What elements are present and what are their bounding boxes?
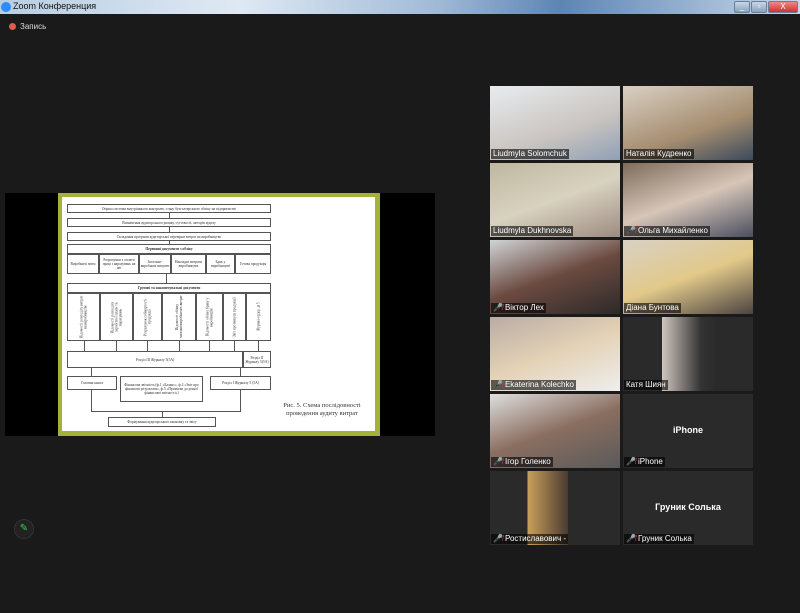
participant-tile[interactable]: Liudmyla Dukhnovska: [490, 163, 620, 237]
participant-name: Ekaterina Kolechko: [504, 380, 574, 389]
participant-name-tag: Liudmyla Dukhnovska: [491, 226, 574, 236]
participant-tile[interactable]: 🎤̸ Ольга Михайленко: [623, 163, 753, 237]
primary-col: Виробничі звіти: [67, 254, 99, 274]
participant-name-tag: 🎤̸ Ekaterina Kolechko: [491, 380, 576, 390]
group-col: Відомості розподілу витрат на виробництв…: [67, 293, 100, 341]
muted-mic-icon: 🎤̸: [493, 457, 503, 466]
participant-name: Liudmyla Solomchuk: [493, 149, 567, 158]
muted-mic-icon: 🎤̸: [626, 226, 636, 235]
title-bar: Zoom Конференция _ ▫ X: [0, 0, 800, 14]
group-docs-header: Групові та накопичувальні документи: [67, 283, 271, 293]
participant-tile[interactable]: Liudmyla Solomchuk: [490, 86, 620, 160]
participant-name-tag: 🎤̸ Ігор Голенко: [491, 457, 553, 467]
participant-name-tag: Наталія Кудренко: [624, 149, 694, 159]
primary-col: Розрахунки з оплати праці і нарахувань н…: [99, 254, 139, 274]
participant-name: Катя Шиян: [626, 380, 666, 389]
participant-name: Груник Солька: [637, 534, 692, 543]
group-col: Відомості обліку браку у виробництві: [196, 293, 223, 341]
participant-name: Діана Бунтова: [626, 303, 679, 312]
primary-col: Готова продукція: [235, 254, 271, 274]
primary-col: Загально-виробничі витрати: [139, 254, 171, 274]
participant-name: Віктор Лех: [504, 303, 544, 312]
participant-name-tag: Катя Шиян: [624, 380, 668, 390]
participant-name-tag: Liudmyla Solomchuk: [491, 149, 569, 159]
participant-tile[interactable]: Наталія Кудренко: [623, 86, 753, 160]
recording-indicator[interactable]: Запись: [9, 22, 46, 31]
diagram-step-3: Складання програми аудиторської перевірк…: [67, 232, 271, 241]
participant-tile[interactable]: Катя Шиян: [623, 317, 753, 391]
participant-name-tag: Діана Бунтова: [624, 303, 681, 313]
participant-name-tag: 🎤̸ iPhone: [624, 457, 665, 467]
participant-tile[interactable]: Груник Солька 🎤̸ Груник Солька: [623, 471, 753, 545]
diagram-step-1: Оцінка системи внутрішнього контролю, ст…: [67, 204, 271, 213]
muted-mic-icon: 🎤̸: [493, 380, 503, 389]
annotate-button[interactable]: ✎: [14, 519, 34, 539]
participant-name-tag: 🎤̸ Груник Солька: [624, 534, 694, 544]
participant-name: iPhone: [637, 457, 663, 466]
maximize-button[interactable]: ▫: [751, 1, 767, 13]
participant-name: Ростиславович -: [504, 534, 567, 543]
participant-display-name: Груник Солька: [655, 502, 721, 512]
participant-tile[interactable]: Діана Бунтова: [623, 240, 753, 314]
zoom-logo-icon: [1, 2, 11, 12]
participant-name: Ольга Михайленко: [637, 226, 708, 235]
participant-tile[interactable]: 🎤̸ Ігор Голенко: [490, 394, 620, 468]
close-button[interactable]: X: [768, 1, 798, 13]
group-col: Розрахунок собівартості продукції: [133, 293, 162, 341]
muted-mic-icon: 🎤̸: [493, 534, 503, 543]
pencil-icon: ✎: [19, 523, 29, 534]
ledger-box: Головна книга: [67, 376, 117, 390]
primary-col: Брак у виробництві: [206, 254, 235, 274]
minimize-button[interactable]: _: [734, 1, 750, 13]
record-icon: [9, 23, 16, 30]
window-title: Zoom Конференция: [13, 1, 97, 11]
section-3-box: Розділ III Журналу 5(5А): [67, 351, 243, 368]
figure-caption: Рис. 5. Схема послідовності проведення а…: [283, 402, 361, 417]
participant-tile[interactable]: 🎤̸ Ростиславович -: [490, 471, 620, 545]
participant-tile[interactable]: 🎤̸ Ekaterina Kolechko: [490, 317, 620, 391]
participant-tile[interactable]: iPhone 🎤̸ iPhone: [623, 394, 753, 468]
primary-col: Накладні витрати виробництва: [171, 254, 206, 274]
participant-name-tag: 🎤̸ Віктор Лех: [491, 303, 546, 313]
participant-display-name: iPhone: [672, 425, 703, 435]
participant-name-tag: 🎤̸ Ростиславович -: [491, 534, 569, 544]
group-col: Журнал-ордер №5: [246, 293, 271, 341]
participant-name-tag: 🎤̸ Ольга Михайленко: [624, 226, 710, 236]
recording-label: Запись: [20, 22, 47, 31]
section-1-box: Розділ I Журналу 5 (5А): [210, 376, 271, 390]
muted-mic-icon: 🎤̸: [493, 303, 503, 312]
diagram-step-2: Визначення аудиторського ризику, суттєво…: [67, 218, 271, 227]
muted-mic-icon: 🎤̸: [626, 457, 636, 466]
primary-docs-header: Первинні документи з обліку: [67, 244, 271, 254]
group-col: Звіт про випуск продукції: [223, 293, 246, 341]
muted-mic-icon: 🎤̸: [626, 534, 636, 543]
group-col: Відомості розподілу заробітної плати та …: [100, 293, 133, 341]
final-report-box: Формування аудиторського висновку та зві…: [108, 417, 216, 427]
section-2-box: Розділ II Журналу 5(5А): [243, 351, 271, 368]
participant-name: Ігор Голенко: [504, 457, 551, 466]
financial-statements-box: Фінансова звітність (ф.1 «Баланс», ф.2 «…: [120, 376, 203, 402]
participant-tile[interactable]: 🎤̸ Віктор Лех: [490, 240, 620, 314]
group-col: Відомості обліку загальновиробничих витр…: [162, 293, 196, 341]
participant-name: Наталія Кудренко: [626, 149, 692, 158]
participant-name: Liudmyla Dukhnovska: [493, 226, 572, 235]
